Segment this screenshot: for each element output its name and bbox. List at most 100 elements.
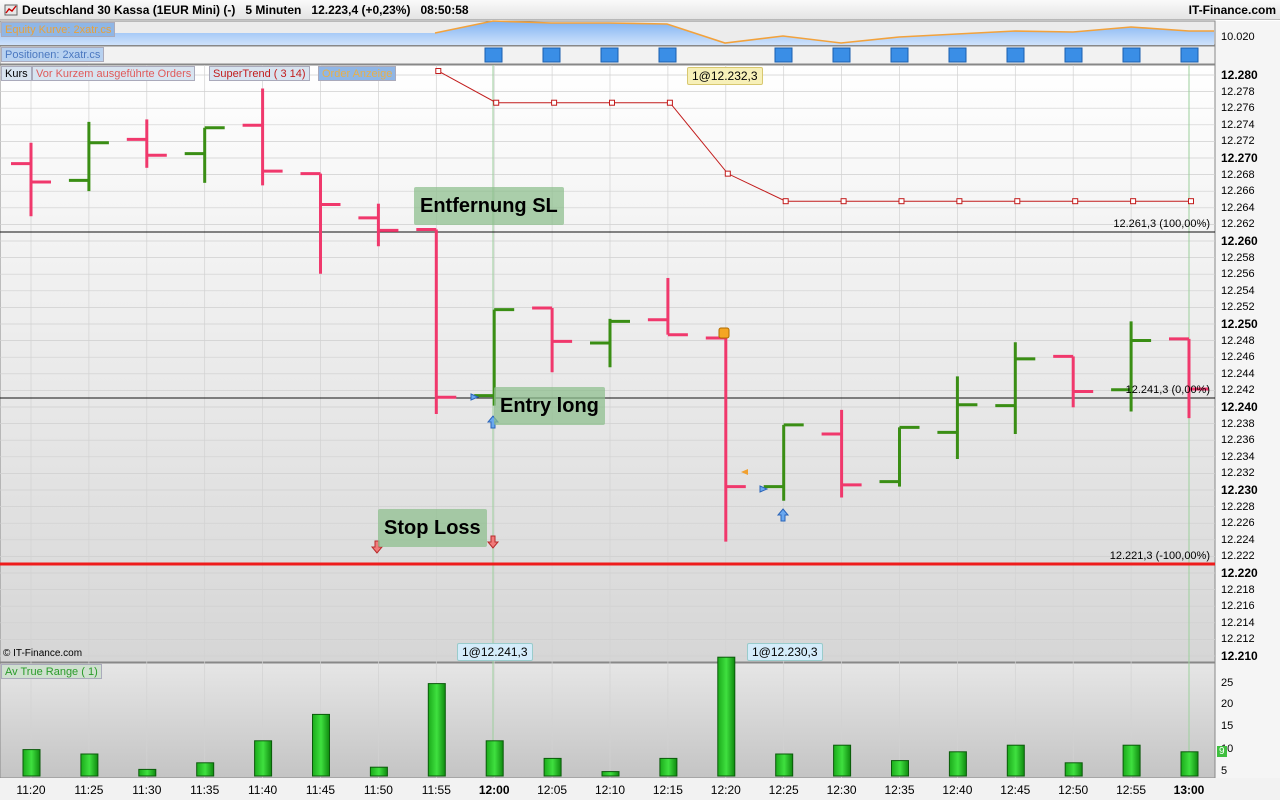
atr-bar — [659, 757, 678, 777]
x-axis-tick: 12:50 — [1058, 783, 1089, 797]
price-y-tick: 12.280 — [1221, 68, 1258, 82]
supertrend-point — [609, 99, 615, 106]
atr-bar — [717, 656, 736, 777]
atr-bar — [891, 760, 909, 777]
atr-bar — [1122, 744, 1141, 777]
supertrend-point — [1014, 198, 1021, 205]
x-axis-tick: 12:05 — [537, 783, 568, 797]
price-y-tick: 12.216 — [1221, 600, 1255, 613]
supertrend-point — [666, 99, 673, 106]
x-axis-tick: 12:40 — [942, 783, 973, 797]
atr-y-tick: 5 — [1221, 765, 1228, 777]
atr-bar — [80, 753, 99, 777]
price-y-tick: 12.258 — [1221, 251, 1255, 264]
price-y-tick: 12.264 — [1221, 201, 1255, 214]
x-axis-tick: 13:00 — [1173, 783, 1205, 797]
x-axis-tick: 11:30 — [132, 783, 162, 797]
supertrend-point — [724, 170, 731, 177]
supertrend-point — [1188, 198, 1194, 205]
price-y-tick: 12.228 — [1221, 500, 1255, 513]
price-panel — [0, 64, 1216, 663]
atr-bar — [833, 744, 852, 777]
atr-bar — [1064, 762, 1083, 777]
price-y-tick: 12.248 — [1221, 334, 1255, 347]
x-axis-tick: 12:30 — [826, 783, 857, 797]
price-y-tick: 12.210 — [1221, 649, 1258, 663]
supertrend-point — [551, 99, 558, 106]
price-y-tick: 12.226 — [1221, 517, 1255, 530]
price-y-tick: 12.276 — [1221, 102, 1255, 115]
order-chip-entry[interactable]: 1@12.241,3 — [457, 643, 533, 661]
atr-bar — [138, 768, 157, 777]
price-y-tick: 12.242 — [1221, 384, 1255, 397]
supertrend-point — [493, 99, 500, 106]
x-axis-tick: 12:15 — [652, 783, 683, 797]
title-bar: Deutschland 30 Kassa (1EUR Mini) (-) 5 M… — [0, 0, 1280, 20]
supertrend-point — [1130, 198, 1137, 205]
x-axis-tick: 12:25 — [768, 783, 799, 797]
annotation-stop-loss: Stop Loss — [378, 509, 487, 547]
brand-label: IT-Finance.com — [1188, 3, 1276, 17]
price-y-tick: 12.220 — [1221, 566, 1258, 580]
atr-y-tick: 20 — [1221, 698, 1234, 710]
legend-kurs[interactable]: Kurs — [1, 66, 32, 81]
atr-bar — [948, 751, 967, 777]
x-axis-tick: 11:25 — [74, 783, 104, 797]
order-square-icon — [718, 327, 730, 339]
price-y-tick: 12.236 — [1221, 434, 1255, 447]
order-chip-exit[interactable]: 1@12.230,3 — [747, 643, 823, 661]
x-axis-tick: 12:10 — [594, 783, 626, 797]
chart-area[interactable] — [0, 20, 1280, 800]
atr-bar — [196, 762, 215, 777]
x-axis-tick: 12:20 — [710, 783, 741, 797]
atr-bar — [254, 740, 273, 777]
atr-bar — [1006, 744, 1025, 777]
positions-panel-label[interactable]: Positionen: 2xatr.cs — [1, 47, 105, 62]
supertrend-point — [782, 198, 789, 205]
price-y-tick: 12.234 — [1221, 450, 1255, 463]
price-y-tick: 12.278 — [1221, 85, 1255, 98]
price-y-tick: 12.250 — [1221, 317, 1258, 331]
atr-bar — [312, 713, 330, 777]
legend-executed-orders[interactable]: Vor Kurzem ausgeführte Orders — [32, 66, 196, 81]
price-y-tick: 12.212 — [1221, 633, 1255, 646]
atr-last-value-badge: 9 — [1217, 746, 1227, 757]
price-y-tick: 12.214 — [1221, 616, 1255, 629]
supertrend-point — [898, 198, 905, 205]
x-axis-tick: 12:55 — [1116, 783, 1147, 797]
price-y-tick: 12.252 — [1221, 301, 1255, 314]
atr-y-tick: 15 — [1221, 720, 1234, 732]
price-y-tick: 12.262 — [1221, 218, 1255, 231]
legend-supertrend[interactable]: SuperTrend ( 3 14) — [209, 66, 310, 81]
price-y-tick: 12.232 — [1221, 467, 1255, 480]
price-y-tick: 12.254 — [1221, 284, 1255, 297]
atr-bar — [775, 753, 794, 777]
annotation-entfernung-sl: Entfernung SL — [414, 187, 564, 225]
price-y-tick: 12.240 — [1221, 400, 1258, 414]
atr-panel-label[interactable]: Av True Range ( 1) — [1, 664, 102, 679]
price-y-tick: 12.272 — [1221, 135, 1255, 148]
price-y-tick: 12.260 — [1221, 234, 1258, 248]
x-axis-tick: 12:35 — [884, 783, 915, 797]
supertrend-point — [1072, 198, 1079, 205]
legend-order-display[interactable]: Order Anzeige — [318, 66, 397, 81]
annotation-entry-long: Entry long — [494, 387, 605, 425]
atr-bar — [543, 757, 562, 777]
price-y-tick: 12.224 — [1221, 533, 1255, 546]
x-axis-tick: 11:20 — [16, 783, 46, 797]
price-y-tick: 12.230 — [1221, 483, 1258, 497]
supertrend-point — [956, 198, 963, 205]
equity-y-label: 10.020 — [1221, 31, 1255, 43]
price-y-tick: 12.244 — [1221, 367, 1255, 380]
level-0-label: 12.241,3 (0,00%) — [1125, 384, 1210, 396]
supertrend-point — [840, 198, 847, 205]
price-y-tick: 12.222 — [1221, 550, 1255, 563]
equity-panel-label[interactable]: Equity Kurve: 2xatr.cs — [1, 22, 116, 37]
x-axis-tick: 12:00 — [478, 783, 510, 797]
instrument-title: Deutschland 30 Kassa (1EUR Mini) (-) 5 M… — [22, 3, 469, 17]
level-minus100-label: 12.221,3 (-100,00%) — [1109, 550, 1210, 562]
supertrend-point — [435, 68, 442, 75]
order-chip-top[interactable]: 1@12.232,3 — [687, 67, 763, 85]
instrument-icon — [4, 4, 18, 16]
price-y-tick: 12.270 — [1221, 151, 1258, 165]
